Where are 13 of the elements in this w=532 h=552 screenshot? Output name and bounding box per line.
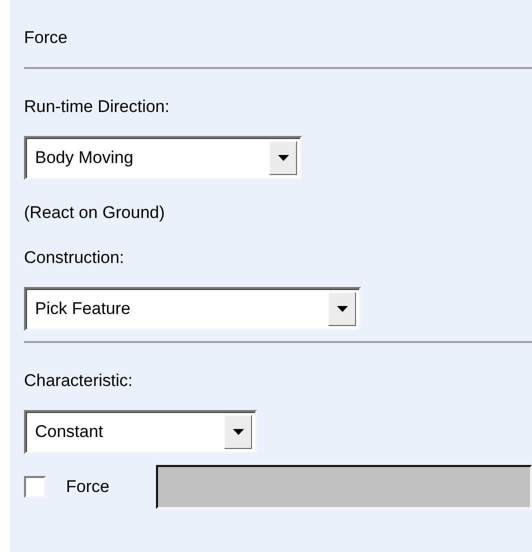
field-label: Characteristic:	[24, 371, 134, 391]
dropdown[interactable]: Constant	[24, 410, 257, 454]
field-label: Construction:	[24, 248, 126, 268]
note-text: (React on Ground)	[24, 203, 166, 223]
dropdown[interactable]: Pick Feature	[24, 287, 361, 331]
caret-icon	[269, 141, 297, 175]
caret-icon	[328, 292, 356, 326]
panel-title: Force	[24, 28, 68, 48]
caret-icon	[224, 415, 252, 449]
checkbox-label: Force	[66, 477, 110, 497]
dropdown[interactable]: Body Moving	[24, 136, 302, 180]
field-label: Run-time Direction:	[24, 97, 170, 117]
checkbox[interactable]	[24, 476, 46, 498]
